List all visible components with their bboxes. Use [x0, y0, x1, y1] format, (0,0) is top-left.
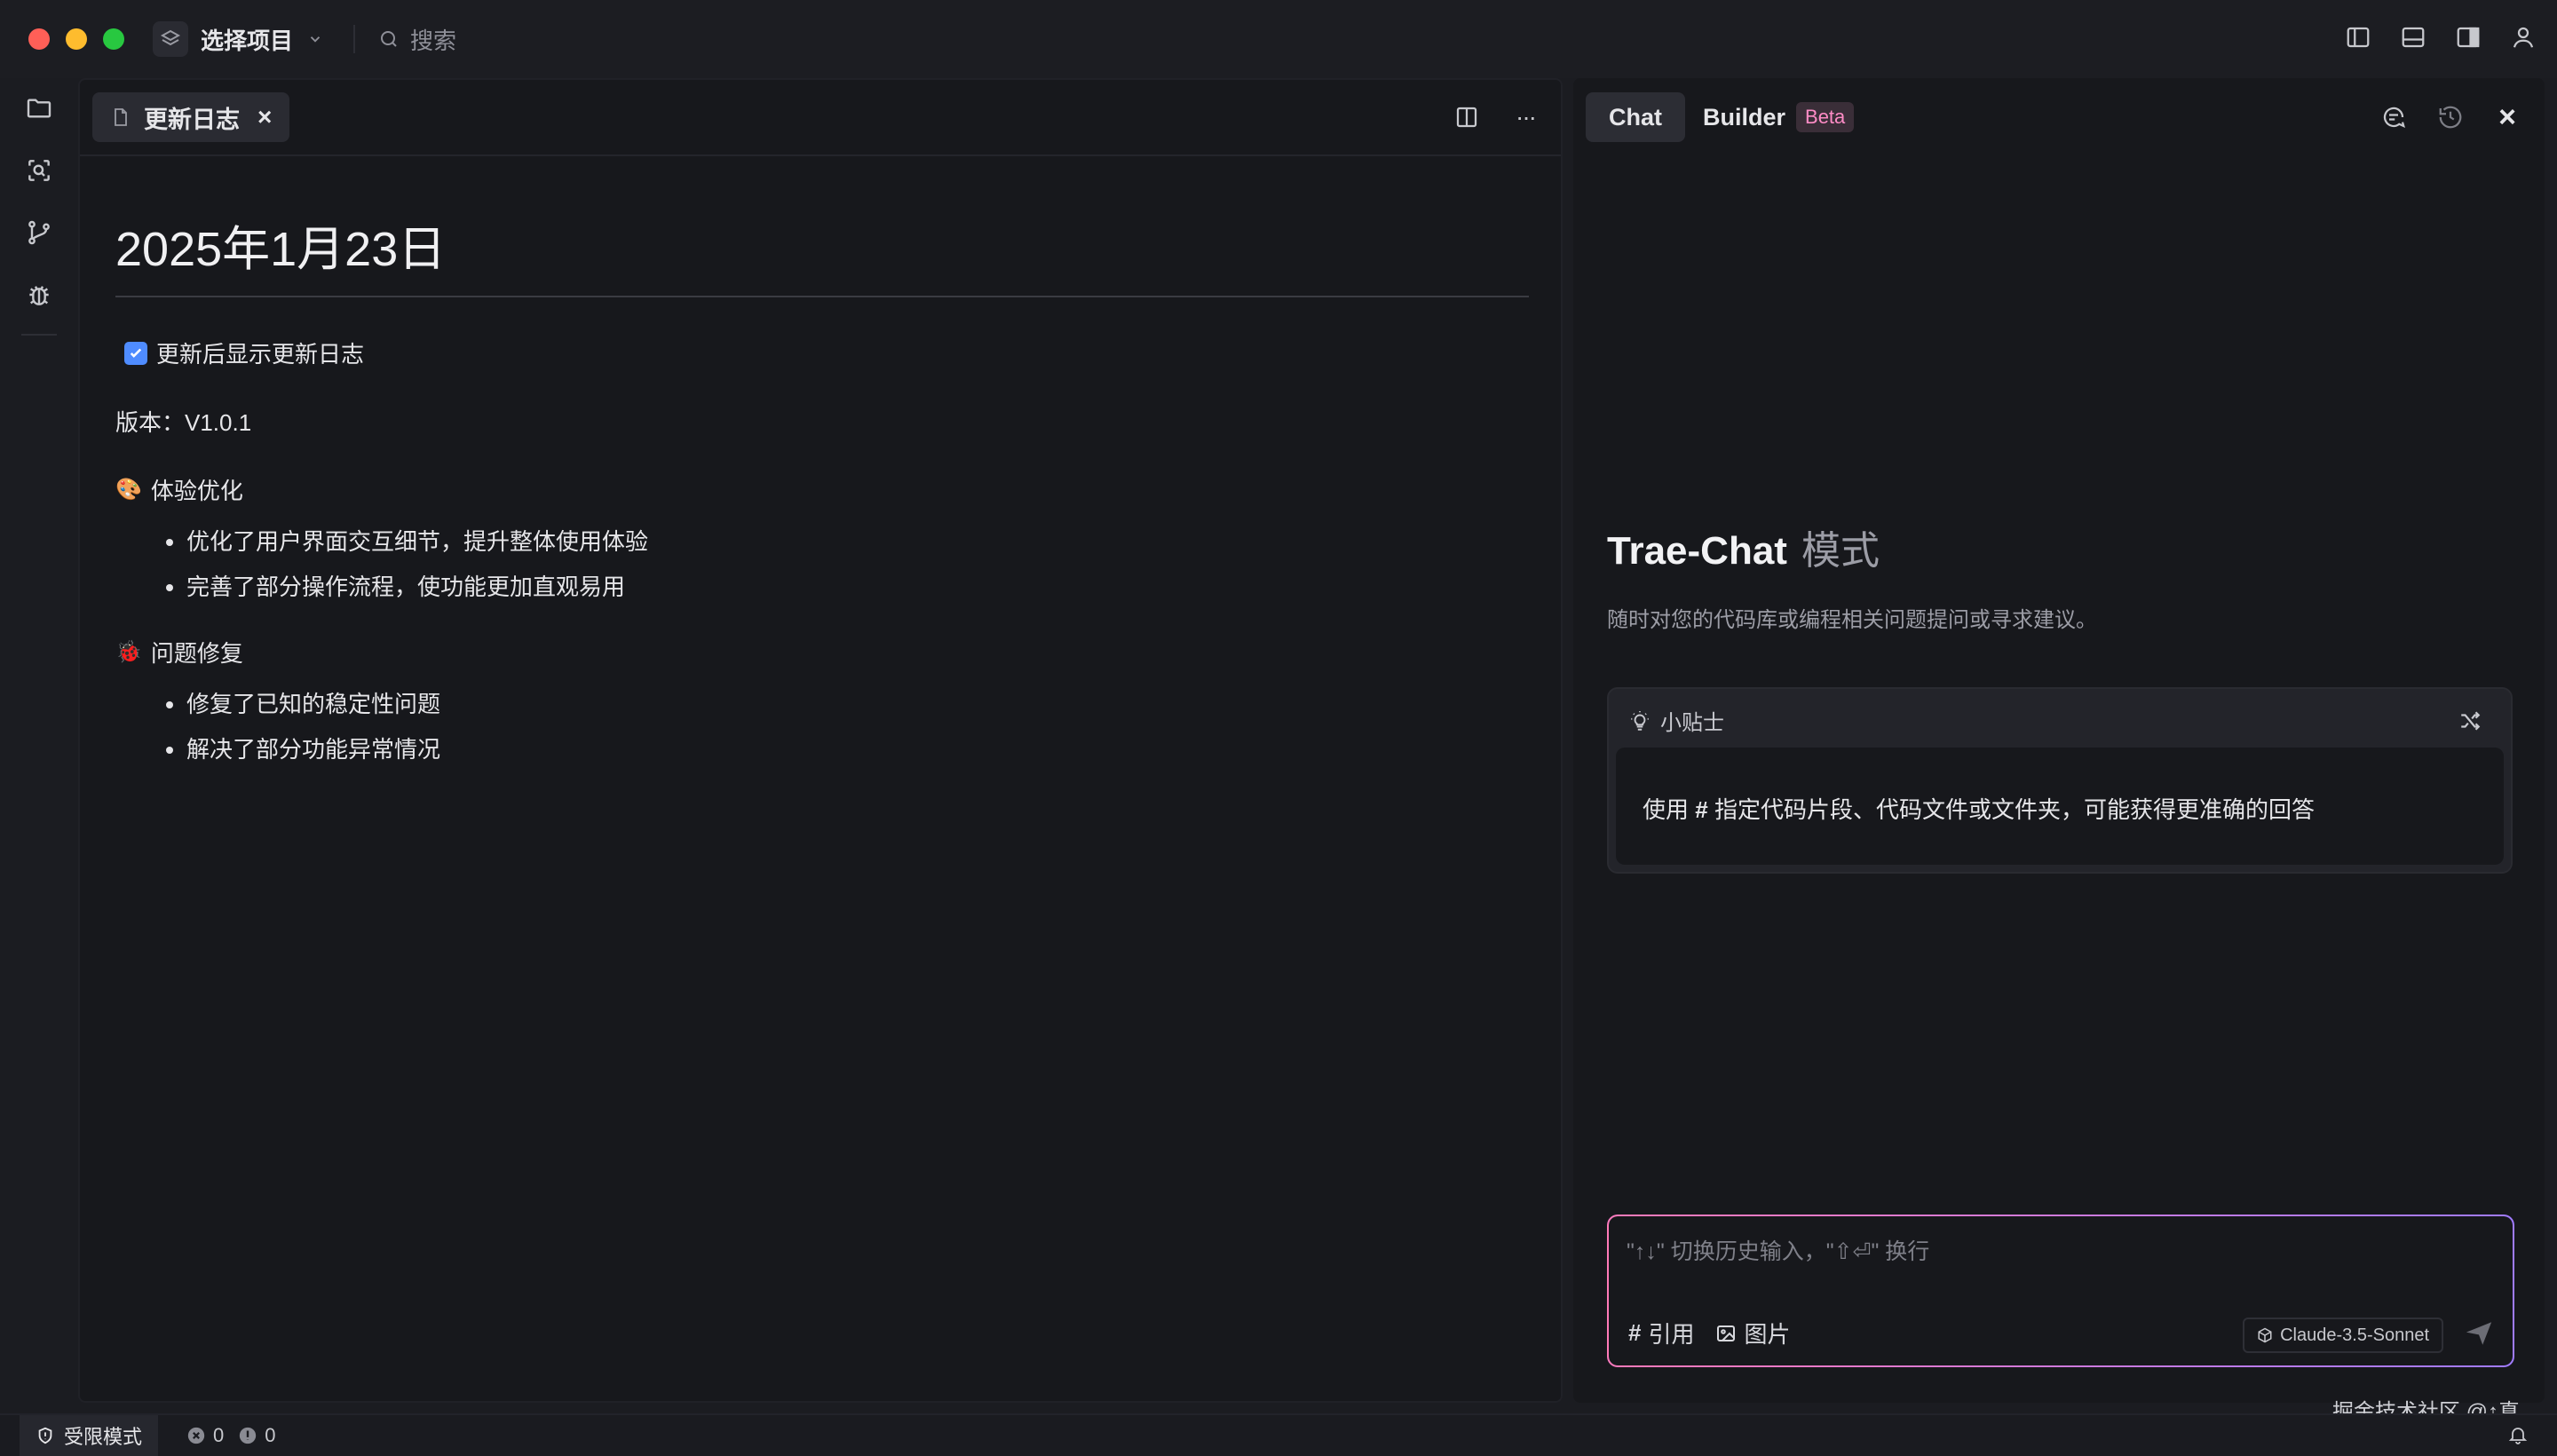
experience-list: 优化了用户界面交互细节，提升整体使用体验 完善了部分操作流程，使功能更加直观易用: [186, 524, 1525, 602]
hash-icon: #: [1628, 1319, 1642, 1346]
warning-icon: [240, 1427, 257, 1444]
close-window-button[interactable]: [28, 28, 50, 50]
beta-badge: Beta: [1796, 102, 1855, 132]
source-control-icon[interactable]: [21, 215, 57, 250]
layers-icon: [153, 21, 188, 57]
close-chat-icon[interactable]: ×: [2490, 99, 2525, 135]
tip-title: 小贴士: [1660, 711, 1724, 735]
editor-tab-bar: 更新日志 × ···: [80, 80, 1561, 156]
fixes-list: 修复了已知的稳定性问题 解决了部分功能异常情况: [186, 686, 1525, 764]
reference-label: 引用: [1648, 1321, 1695, 1348]
section-experience: 🎨 体验优化: [115, 473, 1525, 506]
tab-close-icon[interactable]: ×: [257, 103, 272, 131]
chat-panel: Chat Builder Beta × Trae-Chat 模式 随时对您的代码库…: [1573, 78, 2545, 1403]
image-icon: [1717, 1325, 1736, 1341]
search-box[interactable]: 搜索: [378, 21, 456, 57]
titlebar-divider: [353, 25, 355, 53]
restricted-mode-badge[interactable]: 受限模式: [20, 1415, 159, 1456]
tip-body: 使用 # 指定代码片段、代码文件或文件夹，可能获得更准确的回答: [1616, 748, 2504, 865]
version-text: 版本：V1.0.1: [115, 409, 252, 436]
new-chat-icon[interactable]: [2376, 99, 2411, 135]
chat-mode-tabs: Chat Builder Beta: [1586, 92, 1877, 142]
changelog-heading: 2025年1月23日: [115, 210, 1529, 297]
reference-button[interactable]: # 引用: [1628, 1317, 1694, 1349]
search-placeholder: 搜索: [410, 27, 457, 54]
editor-panel: 更新日志 × ··· 2025年1月23日 更新后显示更新日志 版本：V1.0.…: [78, 78, 1563, 1403]
mode-title: Trae-Chat 模式: [1607, 518, 1880, 575]
send-icon[interactable]: [2461, 1316, 2497, 1351]
mode-word: 模式: [1801, 529, 1880, 573]
list-item: 修复了已知的稳定性问题: [186, 686, 1525, 719]
input-tools: # 引用 图片: [1628, 1317, 1791, 1349]
list-item: 解决了部分功能异常情况: [186, 732, 1525, 764]
mode-name: Trae-Chat: [1607, 529, 1787, 573]
toggle-left-panel-icon[interactable]: [2342, 21, 2374, 53]
toggle-right-panel-icon[interactable]: [2452, 21, 2484, 53]
tab-changelog[interactable]: 更新日志 ×: [92, 92, 290, 142]
show-changelog-option: 更新后显示更新日志: [115, 336, 1525, 369]
tab-builder[interactable]: Builder Beta: [1699, 92, 1877, 142]
section-title: 体验优化: [150, 478, 243, 504]
tip-header: 小贴士: [1628, 705, 1724, 736]
status-bar: 受限模式 0 0: [0, 1413, 2557, 1456]
activity-divider: [21, 334, 57, 336]
app-window: 选择项目 搜索 更新日志 × ··· 2025年1月23日 更新后显示更新日志 …: [0, 0, 2557, 1456]
project-label: 选择项目: [201, 27, 294, 54]
tip-text: 使用: [1643, 796, 1690, 823]
activity-bar: [0, 78, 78, 1406]
model-label: Claude-3.5-Sonnet: [2280, 1325, 2429, 1345]
section-fixes: 🐞 问题修复: [115, 636, 1525, 669]
tab-chat[interactable]: Chat: [1586, 92, 1685, 142]
list-item: 完善了部分操作流程，使功能更加直观易用: [186, 569, 1525, 602]
tip-hash: #: [1695, 796, 1708, 823]
check-icon: [130, 348, 142, 358]
warning-count: 0: [265, 1424, 276, 1446]
changelog-content: 2025年1月23日 更新后显示更新日志 版本：V1.0.1 🎨 体验优化 优化…: [80, 156, 1561, 764]
problems-indicator[interactable]: 0 0: [186, 1415, 276, 1456]
image-button[interactable]: 图片: [1715, 1317, 1791, 1349]
shuffle-icon[interactable]: [2456, 707, 2484, 735]
model-selector[interactable]: Claude-3.5-Sonnet: [2243, 1318, 2443, 1353]
title-bar: 选择项目 搜索: [0, 0, 2557, 78]
search-scan-icon[interactable]: [21, 153, 57, 188]
cube-icon: [2258, 1327, 2272, 1343]
history-icon[interactable]: [2433, 99, 2468, 135]
window-controls: [28, 28, 124, 50]
section-title: 问题修复: [150, 640, 243, 667]
error-icon: [187, 1427, 205, 1444]
editor-actions: ···: [1449, 99, 1543, 135]
builder-label: Builder: [1703, 103, 1786, 131]
error-count: 0: [213, 1424, 225, 1446]
image-label: 图片: [1744, 1321, 1791, 1348]
tip-text: 指定代码片段、代码文件或文件夹，可能获得更准确的回答: [1714, 796, 2315, 823]
mode-subtitle: 随时对您的代码库或编程相关问题提问或寻求建议。: [1607, 608, 2097, 632]
layout-toolbar: [2342, 21, 2539, 53]
palette-icon: 🎨: [115, 478, 142, 502]
explorer-folder-icon[interactable]: [21, 91, 57, 126]
bug-icon: 🐞: [115, 640, 142, 664]
show-changelog-checkbox[interactable]: [124, 341, 147, 365]
minimize-window-button[interactable]: [66, 28, 87, 50]
debug-bug-icon[interactable]: [21, 277, 57, 313]
chat-input[interactable]: "↑↓" 切换历史输入，"⇧⏎" 换行 # 引用 图片 Claude-3.5-S…: [1607, 1215, 2514, 1367]
split-editor-icon[interactable]: [1449, 99, 1484, 135]
search-icon: [381, 31, 397, 47]
project-selector[interactable]: 选择项目: [153, 20, 323, 59]
file-icon: [115, 108, 127, 126]
list-item: 优化了用户界面交互细节，提升整体使用体验: [186, 524, 1525, 557]
tip-card: 小贴士 使用 # 指定代码片段、代码文件或文件夹，可能获得更准确的回答: [1607, 687, 2513, 874]
tab-label: 更新日志: [144, 106, 240, 133]
show-changelog-label: 更新后显示更新日志: [156, 341, 365, 368]
zoom-window-button[interactable]: [103, 28, 124, 50]
more-actions-icon[interactable]: ···: [1508, 99, 1543, 135]
chat-actions: ×: [2376, 99, 2525, 135]
lightbulb-icon: [1631, 710, 1649, 731]
restricted-mode-label: 受限模式: [64, 1426, 143, 1448]
notification-bell-icon[interactable]: [2504, 1420, 2532, 1449]
chevron-down-icon: [310, 36, 321, 43]
shield-icon: [38, 1427, 52, 1444]
account-icon[interactable]: [2507, 21, 2539, 53]
toggle-bottom-panel-icon[interactable]: [2397, 21, 2429, 53]
chat-input-placeholder: "↑↓" 切换历史输入，"⇧⏎" 换行: [1627, 1239, 1930, 1264]
